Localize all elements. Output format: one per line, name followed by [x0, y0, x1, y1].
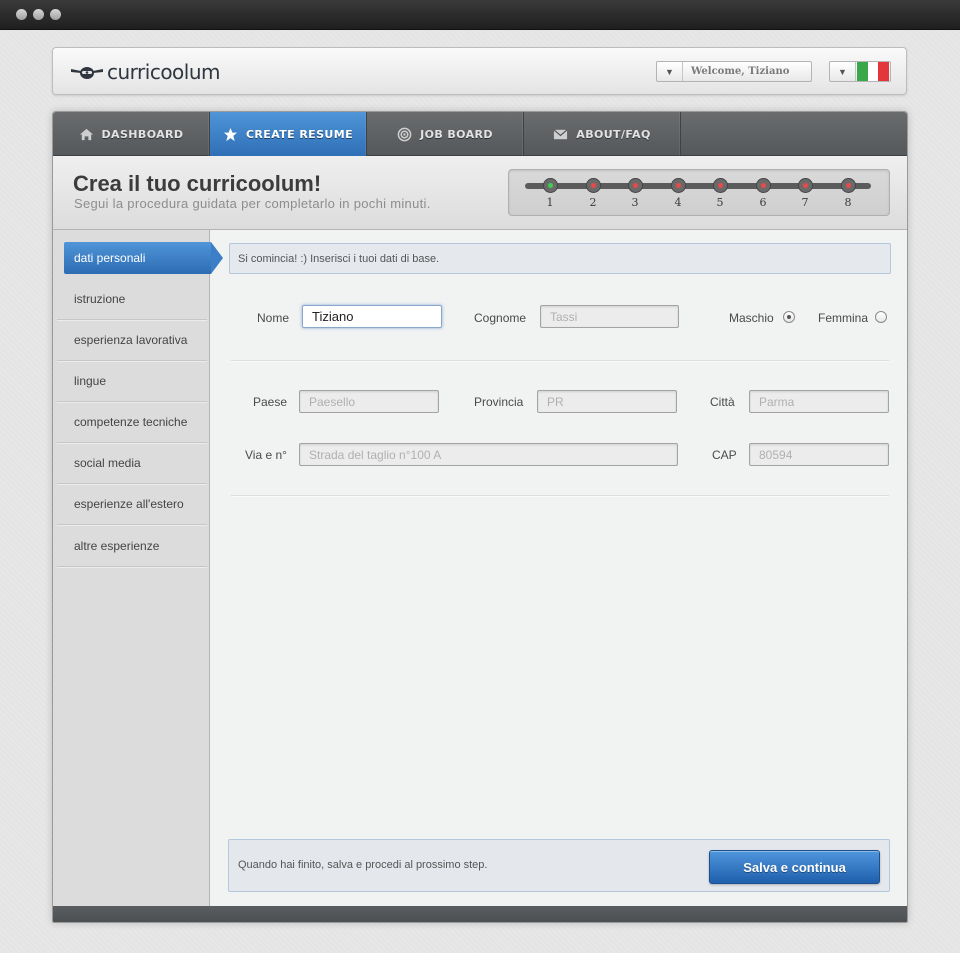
- window-chrome: [0, 0, 960, 30]
- nome-label: Nome: [257, 311, 290, 325]
- step-number: 1: [546, 196, 554, 209]
- citta-label: Città: [710, 395, 735, 409]
- sidebar-item-altre-esperienze[interactable]: altre esperienze: [57, 526, 207, 567]
- nav-label: ABOUT/FAQ: [576, 127, 651, 141]
- nav-label: JOB BOARD: [420, 127, 493, 141]
- welcome-text: Welcome, Tiziano: [691, 66, 790, 77]
- nav-label: CREATE RESUME: [245, 127, 354, 141]
- maschio-label: Maschio: [729, 311, 774, 325]
- section-divider: [231, 360, 889, 361]
- save-continue-button[interactable]: Salva e continua: [709, 850, 880, 884]
- sidebar-item-social-media[interactable]: social media: [57, 443, 207, 484]
- step-7[interactable]: 7: [797, 178, 813, 209]
- top-header: curricoolum ▼ Welcome, Tiziano ▼: [52, 47, 907, 95]
- cap-input[interactable]: [749, 443, 889, 466]
- window-maximize-dot[interactable]: [50, 9, 61, 20]
- step-indicator: [712, 178, 728, 193]
- step-3[interactable]: 3: [627, 178, 643, 209]
- step-indicator: [755, 178, 771, 193]
- via-input[interactable]: [299, 443, 678, 466]
- step-indicator: [585, 178, 601, 193]
- home-icon: [79, 128, 93, 140]
- step-indicator: [670, 178, 686, 193]
- cognome-label: Cognome: [474, 311, 527, 325]
- via-label: Via e n°: [245, 448, 287, 462]
- citta-input[interactable]: [749, 390, 889, 413]
- step-track: [525, 183, 871, 189]
- sidebar-item-istruzione[interactable]: istruzione: [57, 279, 207, 320]
- logo-icon: [71, 67, 103, 79]
- step-indicator: [797, 178, 813, 193]
- nav-dashboard[interactable]: DASHBOARD: [53, 112, 210, 156]
- step-2[interactable]: 2: [585, 178, 601, 209]
- italy-flag-icon: [857, 62, 890, 81]
- main-panel: DASHBOARD CREATE RESUME JOB BOARD ABOUT/…: [52, 111, 908, 923]
- step-number: 7: [801, 196, 809, 209]
- cap-label: CAP: [712, 448, 737, 462]
- footer-actions: Quando hai finito, salva e procedi al pr…: [228, 839, 890, 892]
- nav-create-resume[interactable]: CREATE RESUME: [210, 112, 367, 156]
- chevron-down-icon: ▼: [830, 62, 856, 81]
- step-number: 3: [631, 196, 639, 209]
- step-number: 6: [759, 196, 767, 209]
- step-8[interactable]: 8: [840, 178, 856, 209]
- sidebar-item-competenze-tecniche[interactable]: competenze tecniche: [57, 402, 207, 443]
- section-divider: [231, 495, 889, 496]
- step-5[interactable]: 5: [712, 178, 728, 209]
- language-selector[interactable]: ▼: [829, 61, 891, 82]
- step-number: 2: [589, 196, 597, 209]
- step-number: 5: [716, 196, 724, 209]
- nome-input[interactable]: [302, 305, 442, 328]
- step-indicator: [542, 178, 558, 193]
- paese-input[interactable]: [299, 390, 439, 413]
- step-number: 8: [844, 196, 852, 209]
- sidebar-item-dati-personali[interactable]: dati personali: [64, 242, 223, 274]
- window-close-dot[interactable]: [16, 9, 27, 20]
- title-bar: Crea il tuo curricoolum! Segui la proced…: [53, 156, 907, 230]
- paese-label: Paese: [253, 395, 288, 409]
- sidebar-item-esperienze-estero[interactable]: esperienze all'estero: [57, 484, 207, 525]
- provincia-label: Provincia: [474, 395, 524, 409]
- nav-label: DASHBOARD: [101, 127, 184, 141]
- maschio-radio[interactable]: [783, 311, 795, 323]
- nav-about-faq[interactable]: ABOUT/FAQ: [524, 112, 681, 156]
- bottom-bar: [53, 906, 907, 922]
- page-title: Crea il tuo curricoolum!: [73, 171, 322, 196]
- page-subtitle: Segui la procedura guidata per completar…: [74, 196, 431, 211]
- section-sidebar: dati personali istruzione esperienza lav…: [53, 230, 223, 906]
- nav-job-board[interactable]: JOB BOARD: [367, 112, 524, 156]
- logo-text: curricoolum: [107, 60, 221, 84]
- step-progress: 1 2 3 4 5 6 7 8: [508, 169, 890, 216]
- info-message: Si comincia! :) Inserisci i tuoi dati di…: [229, 243, 891, 274]
- step-4[interactable]: 4: [670, 178, 686, 209]
- step-number: 4: [674, 196, 682, 209]
- star-icon: [223, 127, 238, 141]
- footer-hint: Quando hai finito, salva e procedi al pr…: [238, 859, 488, 871]
- sidebar-item-lingue[interactable]: lingue: [57, 361, 207, 402]
- femmina-radio[interactable]: [875, 311, 887, 323]
- target-icon: [397, 127, 412, 141]
- user-menu[interactable]: ▼ Welcome, Tiziano: [656, 61, 812, 82]
- femmina-label: Femmina: [818, 311, 869, 325]
- step-indicator: [627, 178, 643, 193]
- step-1[interactable]: 1: [542, 178, 558, 209]
- step-indicator: [840, 178, 856, 193]
- step-6[interactable]: 6: [755, 178, 771, 209]
- main-nav: DASHBOARD CREATE RESUME JOB BOARD ABOUT/…: [53, 112, 907, 156]
- window-minimize-dot[interactable]: [33, 9, 44, 20]
- cognome-input[interactable]: [540, 305, 679, 328]
- chevron-down-icon: ▼: [657, 62, 683, 81]
- mail-icon: [553, 128, 568, 139]
- logo[interactable]: curricoolum: [69, 60, 221, 84]
- provincia-input[interactable]: [537, 390, 677, 413]
- sidebar-item-esperienza-lavorativa[interactable]: esperienza lavorativa: [57, 320, 207, 361]
